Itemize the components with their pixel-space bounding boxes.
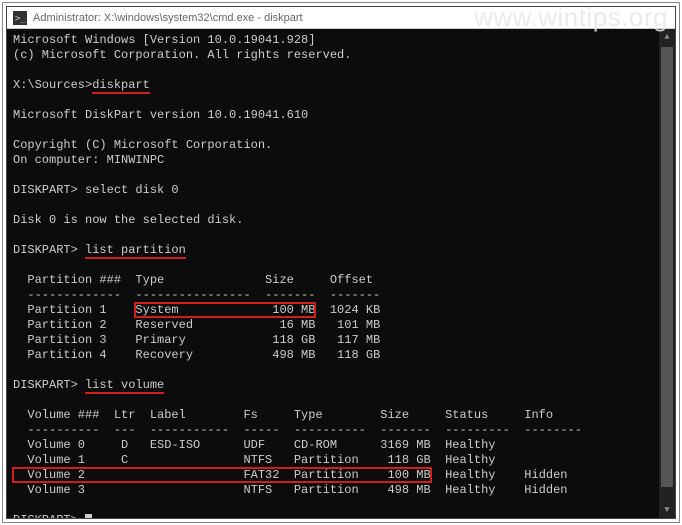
prompt-diskpart: DISKPART> bbox=[13, 183, 85, 197]
partition-row: Partition 3 bbox=[13, 333, 135, 347]
prompt-sources: X:\Sources> bbox=[13, 78, 92, 92]
diskpart-computer: On computer: MINWINPC bbox=[13, 153, 164, 167]
volume-row: Volume 1 C NTFS Partition 118 GB Healthy bbox=[13, 453, 495, 467]
win-version: Microsoft Windows [Version 10.0.19041.92… bbox=[13, 33, 315, 47]
cmd-list-volume: list volume bbox=[85, 378, 164, 394]
win-copyright: (c) Microsoft Corporation. All rights re… bbox=[13, 48, 351, 62]
cmd-select-disk: select disk 0 bbox=[85, 183, 179, 197]
titlebar[interactable]: >_ Administrator: X:\windows\system32\cm… bbox=[7, 7, 675, 29]
volume-row: Volume 0 D ESD-ISO UDF CD-ROM 3169 MB He… bbox=[13, 438, 495, 452]
diskpart-copyright: Copyright (C) Microsoft Corporation. bbox=[13, 138, 272, 152]
svg-text:>_: >_ bbox=[15, 14, 26, 24]
scroll-down-arrow[interactable]: ▼ bbox=[659, 502, 675, 518]
cmd-icon: >_ bbox=[13, 11, 27, 25]
volume-header: Volume ### Ltr Label Fs Type Size Status… bbox=[13, 408, 553, 422]
prompt-diskpart-final: DISKPART> bbox=[13, 513, 85, 518]
cmd-list-partition: list partition bbox=[85, 243, 186, 259]
volume-row: Volume 3 NTFS Partition 498 MB Healthy H… bbox=[13, 483, 568, 497]
prompt-diskpart: DISKPART> bbox=[13, 243, 85, 257]
partition-row: Partition 1 bbox=[13, 303, 135, 317]
cursor bbox=[85, 514, 92, 518]
partition-row: Partition 2 bbox=[13, 318, 135, 332]
terminal-output[interactable]: Microsoft Windows [Version 10.0.19041.92… bbox=[7, 29, 675, 518]
titlebar-text: Administrator: X:\windows\system32\cmd.e… bbox=[33, 12, 303, 24]
cmd-diskpart: diskpart bbox=[92, 78, 150, 94]
partition-row: Partition 4 bbox=[13, 348, 135, 362]
scrollbar-vertical[interactable]: ▲ ▼ bbox=[659, 29, 675, 518]
diskpart-version: Microsoft DiskPart version 10.0.19041.61… bbox=[13, 108, 308, 122]
scrollbar-thumb[interactable] bbox=[661, 47, 673, 487]
scroll-up-arrow[interactable]: ▲ bbox=[659, 29, 675, 45]
cmd-window: >_ Administrator: X:\windows\system32\cm… bbox=[6, 6, 676, 519]
partition-system-highlight: System 100 MB bbox=[135, 303, 315, 317]
partition-divider: ------------- ---------------- ------- -… bbox=[13, 288, 380, 302]
prompt-diskpart: DISKPART> bbox=[13, 378, 85, 392]
select-disk-result: Disk 0 is now the selected disk. bbox=[13, 213, 243, 227]
volume-2-highlight: Volume 2 FAT32 Partition 100 MB bbox=[13, 468, 431, 482]
volume-divider: ---------- --- ----------- ----- -------… bbox=[13, 423, 582, 437]
partition-header: Partition ### Type Size Offset bbox=[13, 273, 373, 287]
